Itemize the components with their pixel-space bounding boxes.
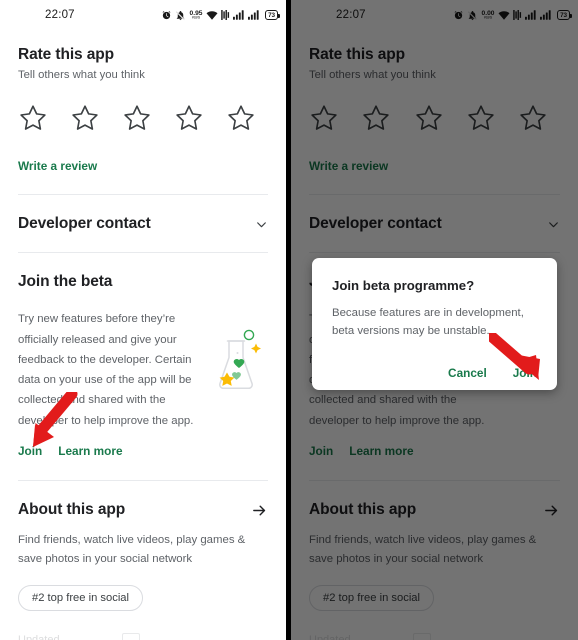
star-5[interactable] xyxy=(226,103,256,133)
wifi-icon xyxy=(206,10,218,20)
divider-3 xyxy=(18,480,268,482)
top-free-chip[interactable]: #2 top free in social xyxy=(18,584,144,611)
divider-1 xyxy=(18,194,268,196)
star-1[interactable] xyxy=(18,103,48,133)
join-beta-links: Join Learn more xyxy=(18,444,268,458)
beaker-flask-icon xyxy=(206,309,264,431)
star-rating-row[interactable] xyxy=(18,103,268,133)
dialog-title: Join beta programme? xyxy=(332,278,475,293)
developer-contact-label: Developer contact xyxy=(18,215,151,233)
stub-label: Updated xyxy=(18,633,60,640)
phone-screen-after: 22:07 0.00 KB/S 73 Rate this app xyxy=(291,0,578,640)
screenshot-pair: 22:07 0.95 KB/S 73 Rate this app Tell ot… xyxy=(0,0,578,640)
battery-icon: 73 xyxy=(265,10,280,20)
about-app-row[interactable]: About this app xyxy=(18,501,268,519)
dialog-join-button[interactable]: Join xyxy=(513,366,537,380)
alarm-icon xyxy=(162,10,171,19)
arrow-right-icon[interactable] xyxy=(251,502,268,519)
rate-app-title: Rate this app xyxy=(18,46,115,63)
status-time: 22:07 xyxy=(45,9,75,21)
bottom-partial-row: Updated xyxy=(18,632,268,640)
about-app-title: About this app xyxy=(18,501,126,519)
learn-more-link[interactable]: Learn more xyxy=(58,444,122,458)
about-app-section: About this app Find friends, watch live … xyxy=(18,501,268,611)
join-beta-title: Join the beta xyxy=(18,273,113,291)
rate-app-section: Rate this app Tell others what you think… xyxy=(18,46,268,175)
dialog-cancel-button[interactable]: Cancel xyxy=(448,366,487,380)
star-4[interactable] xyxy=(174,103,204,133)
bell-muted-icon xyxy=(175,10,186,21)
vpn-icon xyxy=(221,10,230,20)
dialog-actions: Cancel Join xyxy=(332,366,537,380)
stub-icon xyxy=(121,632,140,640)
developer-contact-row[interactable]: Developer contact xyxy=(18,215,268,233)
rate-app-subtitle: Tell others what you think xyxy=(18,69,145,81)
join-beta-dialog: Join beta programme? Because features ar… xyxy=(312,258,557,390)
join-beta-description: Try new features before they’re official… xyxy=(18,313,194,427)
status-bar: 22:07 0.95 KB/S 73 xyxy=(0,0,286,30)
write-review-link[interactable]: Write a review xyxy=(18,159,97,173)
signal-sim2-icon xyxy=(248,10,259,20)
network-speed-icon: 0.95 KB/S xyxy=(189,8,203,21)
join-beta-section: Join the beta Try new features before th… xyxy=(18,273,268,458)
join-beta-link[interactable]: Join xyxy=(18,444,42,458)
about-app-description: Find friends, watch live videos, play ga… xyxy=(18,534,246,565)
chevron-down-icon[interactable] xyxy=(255,218,268,231)
star-2[interactable] xyxy=(70,103,100,133)
divider-2 xyxy=(18,252,268,254)
star-3[interactable] xyxy=(122,103,152,133)
dialog-message: Because features are in development, bet… xyxy=(332,307,524,338)
phone-screen-before: 22:07 0.95 KB/S 73 Rate this app Tell ot… xyxy=(0,0,286,640)
signal-sim1-icon xyxy=(233,10,244,20)
battery-level: 73 xyxy=(268,11,275,19)
status-icon-group: 0.95 KB/S 73 xyxy=(161,0,280,30)
app-detail-content: Rate this app Tell others what you think… xyxy=(0,46,286,640)
